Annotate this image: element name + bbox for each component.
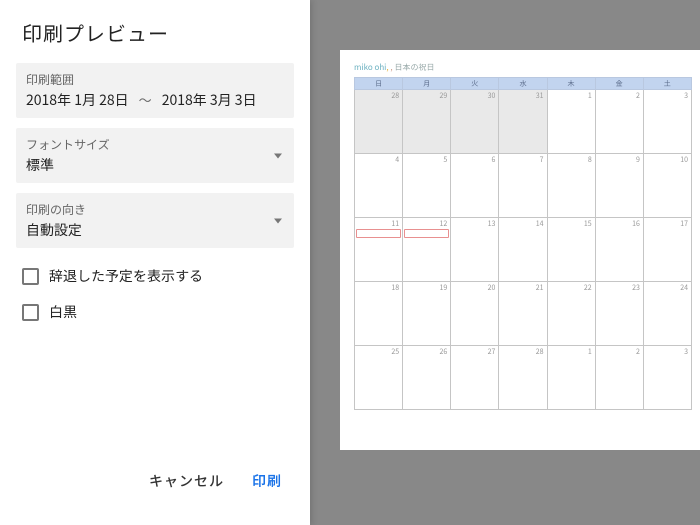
font-size-label: フォントサイズ [26,136,284,153]
bw-checkbox-row[interactable]: 白黒 [0,294,310,330]
orientation-label: 印刷の向き [26,201,284,218]
calendar-header-row: 日 月 火 水 木 金 土 [355,78,692,90]
declined-label: 辞退した予定を表示する [49,266,203,286]
range-tilde: 〜 [139,90,152,109]
preview-area: miko ohi, , 日本の祝日 日 月 火 水 木 金 土 28 29 30 [310,0,700,525]
calendar-row: 11 12 13 14 15 16 17 [355,218,692,282]
preview-page: miko ohi, , 日本の祝日 日 月 火 水 木 金 土 28 29 30 [340,50,700,450]
calendar-grid: 日 月 火 水 木 金 土 28 29 30 31 1 2 3 [354,77,692,410]
range-start: 2018年 1月 28日 [26,90,129,110]
calendar-row: 25 26 27 28 1 2 3 [355,346,692,410]
checkbox-icon [22,304,39,321]
declined-checkbox-row[interactable]: 辞退した予定を表示する [0,258,310,294]
calendar-row: 28 29 30 31 1 2 3 [355,90,692,154]
print-range-value: 2018年 1月 28日 〜 2018年 3月 3日 [26,90,284,110]
calendar-owner: miko ohi, , 日本の祝日 [354,62,692,73]
chevron-down-icon [274,153,282,158]
event-item [645,229,690,238]
orientation-value: 自動設定 [26,220,284,240]
orientation-select[interactable]: 印刷の向き 自動設定 [16,193,294,248]
calendar-row: 18 19 20 21 22 23 24 [355,282,692,346]
bw-label: 白黒 [49,302,77,322]
cancel-button[interactable]: キャンセル [149,471,224,491]
event-item [404,229,449,238]
print-preview-panel: 印刷プレビュー 印刷範囲 2018年 1月 28日 〜 2018年 3月 3日 … [0,0,310,525]
font-size-select[interactable]: フォントサイズ 標準 [16,128,294,183]
calendar-row: 4 5 6 7 8 9 10 [355,154,692,218]
font-size-value: 標準 [26,155,284,175]
print-button[interactable]: 印刷 [252,471,282,491]
chevron-down-icon [274,218,282,223]
dialog-footer: キャンセル 印刷 [0,471,310,525]
print-range-label: 印刷範囲 [26,71,284,88]
page-title: 印刷プレビュー [0,0,310,63]
print-range-field[interactable]: 印刷範囲 2018年 1月 28日 〜 2018年 3月 3日 [16,63,294,118]
range-end: 2018年 3月 3日 [162,90,257,110]
event-item [356,229,401,238]
checkbox-icon [22,268,39,285]
